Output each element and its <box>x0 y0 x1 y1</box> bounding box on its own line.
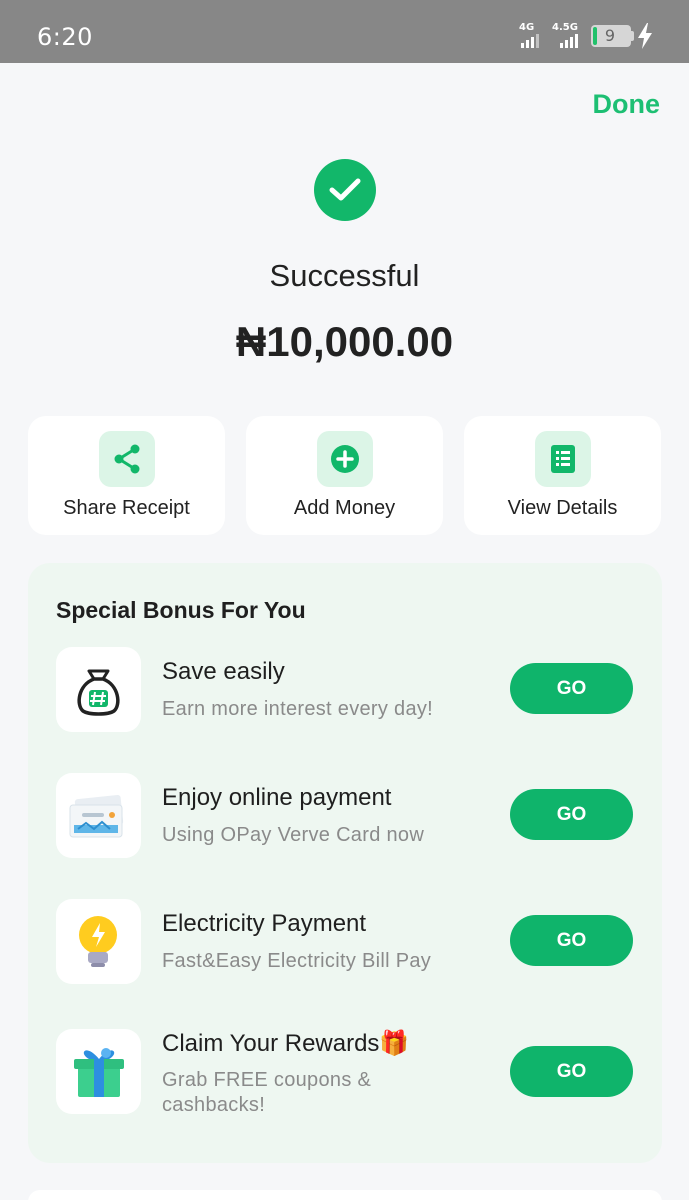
next-card-peek <box>28 1190 662 1200</box>
bonus-item-title: Claim Your Rewards🎁 <box>162 1030 410 1057</box>
online-payment-go-button[interactable]: GO <box>510 789 633 840</box>
bonus-item-title: Electricity Payment <box>162 910 367 937</box>
plus-circle-icon <box>317 431 373 487</box>
bonus-item-title: Enjoy online payment <box>162 784 392 811</box>
signal-4g-icon: 4G <box>519 22 545 48</box>
payment-card-icon <box>56 773 141 858</box>
check-circle-icon <box>314 159 376 221</box>
status-bar: 6:20 4G 4.5G 9 <box>0 0 689 63</box>
lightning-bolt-icon <box>638 23 652 49</box>
battery-level: 9 <box>604 26 616 45</box>
bonus-title: Special Bonus For You <box>56 597 306 623</box>
add-money-label: Add Money <box>293 497 396 519</box>
bonus-item-subtitle: Using OPay Verve Card now <box>162 824 425 846</box>
special-bonus-card: Special Bonus For You Save easily Earn m… <box>28 563 662 1163</box>
status-time: 6:20 <box>37 23 93 51</box>
share-icon <box>99 431 155 487</box>
money-bag-icon <box>56 647 141 732</box>
view-details-label: View Details <box>507 497 618 519</box>
add-money-button[interactable]: Add Money <box>246 416 443 535</box>
gift-box-icon <box>56 1029 141 1114</box>
bonus-item-subtitle: Fast&Easy Electricity Bill Pay <box>162 950 432 972</box>
signal-45g-icon: 4.5G <box>552 22 578 48</box>
share-receipt-label: Share Receipt <box>63 497 190 519</box>
transaction-status: Successful <box>269 258 420 293</box>
claim-rewards-go-button[interactable]: GO <box>510 1046 633 1097</box>
bonus-item-subtitle-line2: cashbacks! <box>162 1094 266 1116</box>
document-list-icon <box>535 431 591 487</box>
view-details-button[interactable]: View Details <box>464 416 661 535</box>
bonus-item-subtitle: Earn more interest every day! <box>162 698 434 720</box>
electricity-go-button[interactable]: GO <box>510 915 633 966</box>
save-easily-go-button[interactable]: GO <box>510 663 633 714</box>
bonus-item-title: Save easily <box>162 658 285 685</box>
share-receipt-button[interactable]: Share Receipt <box>28 416 225 535</box>
done-button[interactable]: Done <box>593 89 661 120</box>
bonus-item-subtitle-line1: Grab FREE coupons & <box>162 1069 372 1091</box>
battery-icon: 9 <box>591 25 631 47</box>
transaction-amount: ₦10,000.00 <box>235 318 454 365</box>
light-bulb-icon <box>56 899 141 984</box>
